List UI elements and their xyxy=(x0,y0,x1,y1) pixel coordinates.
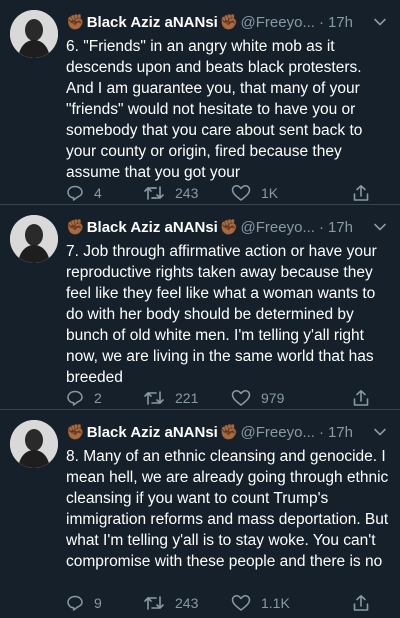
retweet-button[interactable]: 243 xyxy=(143,593,198,613)
raised-fist-icon: ✊🏾 xyxy=(66,423,85,441)
retweet-button[interactable]: 243 xyxy=(143,183,198,203)
separator-dot: · xyxy=(318,13,324,31)
tweet[interactable]: ✊🏾 Black Aziz aNANsi ✊🏾 @Freeyo... · 17h… xyxy=(0,205,400,410)
raised-fist-icon: ✊🏾 xyxy=(66,218,85,236)
tweet[interactable]: ✊🏾 Black Aziz aNANsi ✊🏾 @Freeyo... · 17h… xyxy=(0,0,400,205)
avatar[interactable] xyxy=(10,10,58,58)
retweet-icon xyxy=(144,186,164,200)
like-icon xyxy=(231,185,251,201)
tweet-actions: 4 243 1K xyxy=(66,183,390,203)
tweet-header: ✊🏾 Black Aziz aNANsi ✊🏾 @Freeyo... · 17h xyxy=(66,422,390,442)
tweet-header: ✊🏾 Black Aziz aNANsi ✊🏾 @Freeyo... · 17h xyxy=(66,12,390,32)
share-icon xyxy=(353,185,369,201)
like-icon xyxy=(231,390,251,406)
timestamp[interactable]: 17h xyxy=(328,219,353,236)
reply-count: 9 xyxy=(94,595,102,611)
author-handle[interactable]: @Freeyo... xyxy=(241,219,315,236)
share-icon xyxy=(353,390,369,406)
timeline: ✊🏾 Black Aziz aNANsi ✊🏾 @Freeyo... · 17h… xyxy=(0,0,400,615)
tweet-header: ✊🏾 Black Aziz aNANsi ✊🏾 @Freeyo... · 17h xyxy=(66,217,390,237)
like-count: 1K xyxy=(261,185,279,201)
retweet-icon xyxy=(144,391,164,405)
share-icon xyxy=(353,595,369,611)
author-name[interactable]: Black Aziz aNANsi xyxy=(87,219,218,236)
like-count: 979 xyxy=(261,390,285,406)
reply-button[interactable]: 4 xyxy=(66,183,102,203)
tweet-actions: 9 243 1.1K xyxy=(66,593,390,613)
avatar[interactable] xyxy=(10,420,58,468)
share-button[interactable] xyxy=(352,183,380,203)
author-handle[interactable]: @Freeyo... xyxy=(241,14,315,31)
reply-button[interactable]: 2 xyxy=(66,388,102,408)
retweet-count: 221 xyxy=(175,390,199,406)
tweet-text: 7. Job through affirmative action or hav… xyxy=(66,243,377,386)
tweet-actions: 2 221 979 xyxy=(66,388,390,408)
tweet-text: 8. Many of an ethnic cleansing and genoc… xyxy=(66,448,389,570)
reply-button[interactable]: 9 xyxy=(66,593,102,613)
raised-fist-icon: ✊🏾 xyxy=(219,423,239,441)
raised-fist-icon: ✊🏾 xyxy=(66,13,85,31)
like-button[interactable]: 1K xyxy=(231,183,278,203)
reply-icon xyxy=(67,185,83,201)
reply-count: 2 xyxy=(94,390,102,406)
retweet-count: 243 xyxy=(175,185,199,201)
separator-dot: · xyxy=(318,218,324,236)
retweet-button[interactable]: 221 xyxy=(143,388,198,408)
timestamp[interactable]: 17h xyxy=(328,14,353,31)
chevron-down-icon[interactable] xyxy=(370,217,390,237)
tweet-text: 6. "Friends" in an angry white mob as it… xyxy=(66,38,363,181)
author-handle[interactable]: @Freeyo... xyxy=(241,424,315,441)
timestamp[interactable]: 17h xyxy=(328,424,353,441)
like-button[interactable]: 1.1K xyxy=(231,593,290,613)
like-icon xyxy=(231,595,251,611)
separator-dot: · xyxy=(318,423,324,441)
tweet[interactable]: ✊🏾 Black Aziz aNANsi ✊🏾 @Freeyo... · 17h… xyxy=(0,410,400,615)
raised-fist-icon: ✊🏾 xyxy=(219,218,239,236)
chevron-down-icon[interactable] xyxy=(370,12,390,32)
avatar[interactable] xyxy=(10,215,58,263)
like-button[interactable]: 979 xyxy=(231,388,284,408)
retweet-count: 243 xyxy=(175,595,199,611)
author-name[interactable]: Black Aziz aNANsi xyxy=(87,424,218,441)
reply-icon xyxy=(67,390,83,406)
reply-count: 4 xyxy=(94,185,102,201)
share-button[interactable] xyxy=(352,593,380,613)
raised-fist-icon: ✊🏾 xyxy=(219,13,239,31)
reply-icon xyxy=(67,595,83,611)
chevron-down-icon[interactable] xyxy=(370,422,390,442)
retweet-icon xyxy=(144,596,164,610)
like-count: 1.1K xyxy=(261,595,290,611)
share-button[interactable] xyxy=(352,388,380,408)
author-name[interactable]: Black Aziz aNANsi xyxy=(87,14,218,31)
